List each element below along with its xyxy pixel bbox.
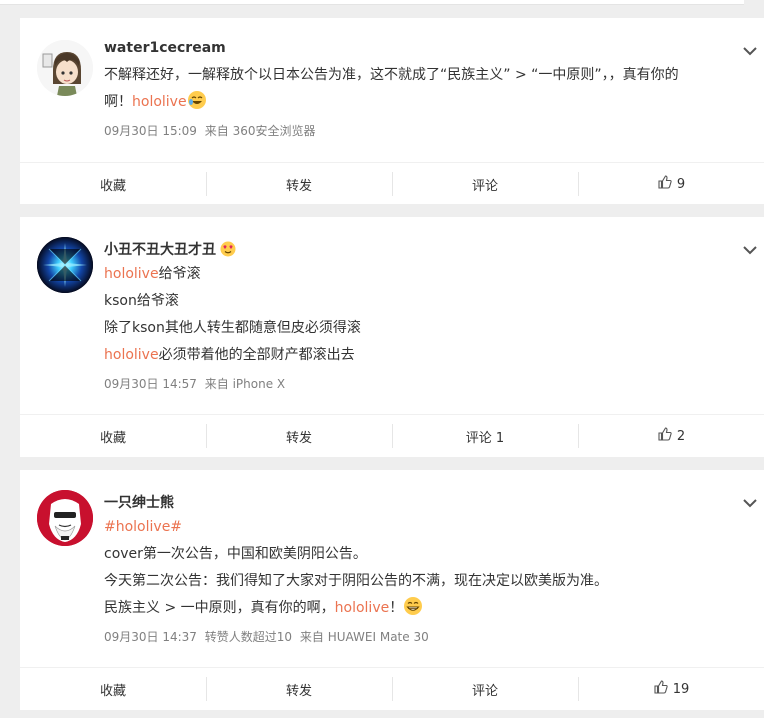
comment-button[interactable]: 评论 — [392, 163, 578, 205]
chevron-down-icon[interactable] — [742, 42, 758, 56]
text-segment: 除了kson其他人转生都随意但皮必须得滚 — [104, 320, 361, 336]
comment-label: 评论 — [471, 178, 498, 194]
text-segment: cover第一次公告，中国和欧美阴阳公告。 — [104, 546, 367, 562]
username-text[interactable]: 一只绅士熊 — [104, 492, 174, 512]
like-button[interactable]: 2 — [578, 415, 764, 457]
repost-button[interactable]: 转发 — [206, 415, 392, 457]
like-count: 9 — [676, 176, 686, 192]
thumbs-up-icon — [653, 679, 669, 699]
avatar[interactable] — [37, 237, 93, 293]
text-segment: 啊！ — [104, 94, 132, 110]
comment-label: 评论 — [471, 683, 498, 699]
favorite-button[interactable]: 收藏 — [20, 668, 206, 710]
favorite-label: 收藏 — [99, 683, 126, 699]
post-meta: 09月30日 14:37 转赞人数超过10 来自 HUAWEI Mate 30 — [104, 628, 433, 645]
timestamp[interactable]: 09月30日 14:37 — [104, 630, 197, 644]
username[interactable]: 小丑不丑大丑才丑 — [104, 239, 236, 259]
post-line: 啊！hololive — [104, 89, 736, 116]
action-bar: 收藏 转发 评论 9 — [20, 162, 764, 205]
username[interactable]: water1cecream — [104, 40, 226, 56]
timestamp[interactable]: 09月30日 14:57 — [104, 377, 197, 391]
post-line: hololive必须带着他的全部财产都滚出去 — [104, 342, 736, 369]
post-source: 来自 360安全浏览器 — [204, 124, 316, 138]
comment-button[interactable]: 评论 1 — [392, 415, 578, 457]
action-bar: 收藏 转发 评论 19 — [20, 667, 764, 710]
timestamp[interactable]: 09月30日 15:09 — [104, 124, 197, 138]
thumbs-up-icon — [657, 426, 673, 446]
post-line: 今天第二次公告：我们得知了大家对于阴阳公告的不满，现在决定以欧美版为准。 — [104, 568, 736, 595]
laugh-emoji-icon — [187, 90, 207, 110]
like-count: 2 — [676, 428, 686, 444]
post-card: 小丑不丑大丑才丑 hololive给爷滚 kson给爷滚 除了kson其他人转生… — [20, 217, 764, 457]
text-segment: kson给爷滚 — [104, 293, 179, 309]
hololive-link[interactable]: hololive — [104, 347, 159, 363]
post-card: 一只绅士熊 #hololive# cover第一次公告，中国和欧美阴阳公告。 今… — [20, 470, 764, 710]
action-bar: 收藏 转发 评论 1 2 — [20, 414, 764, 457]
post-meta: 09月30日 15:09 来自 360安全浏览器 — [104, 122, 320, 139]
chevron-down-icon[interactable] — [742, 241, 758, 255]
favorite-button[interactable]: 收藏 — [20, 415, 206, 457]
post-line: #hololive# — [104, 514, 736, 541]
repost-label: 转发 — [285, 683, 312, 699]
thumbs-up-icon — [657, 174, 673, 194]
repost-button[interactable]: 转发 — [206, 163, 392, 205]
text-segment: 给爷滚 — [158, 266, 201, 282]
repost-button[interactable]: 转发 — [206, 668, 392, 710]
comment-button[interactable]: 评论 — [392, 668, 578, 710]
post-line: 民族主义 > 一中原则，真有你的啊，hololive！ — [104, 595, 736, 622]
username-text[interactable]: 小丑不丑大丑才丑 — [104, 239, 216, 259]
repost-threshold-note: 转赞人数超过10 — [204, 630, 293, 644]
like-button[interactable]: 9 — [578, 163, 764, 205]
text-segment: 民族主义 > 一中原则，真有你的啊， — [104, 600, 335, 616]
post-text: #hololive# cover第一次公告，中国和欧美阴阳公告。 今天第二次公告… — [104, 514, 736, 622]
heart-eyes-emoji-icon — [220, 241, 236, 257]
favorite-button[interactable]: 收藏 — [20, 163, 206, 205]
repost-label: 转发 — [285, 178, 312, 194]
post-line: cover第一次公告，中国和欧美阴阳公告。 — [104, 541, 736, 568]
post-text: 不解释还好，一解释放个以日本公告为准，这不就成了“民族主义” > “一中原则”，… — [104, 62, 736, 116]
username[interactable]: 一只绅士熊 — [104, 492, 174, 512]
username-text[interactable]: water1cecream — [104, 40, 226, 56]
chevron-down-icon[interactable] — [742, 494, 758, 508]
like-count: 19 — [672, 681, 690, 697]
repost-label: 转发 — [285, 430, 312, 446]
grin-emoji-icon — [403, 596, 423, 616]
hololive-link[interactable]: hololive — [132, 94, 187, 110]
hololive-link[interactable]: hololive — [104, 266, 159, 282]
avatar[interactable] — [37, 490, 93, 546]
post-text: hololive给爷滚 kson给爷滚 除了kson其他人转生都随意但皮必须得滚… — [104, 261, 736, 369]
post-line: kson给爷滚 — [104, 288, 736, 315]
comment-label: 评论 1 — [465, 430, 505, 446]
text-segment: 今天第二次公告：我们得知了大家对于阴阳公告的不满，现在决定以欧美版为准。 — [104, 573, 608, 589]
post-source: 来自 iPhone X — [204, 377, 286, 391]
favorite-label: 收藏 — [99, 178, 126, 194]
like-button[interactable]: 19 — [578, 668, 764, 710]
hololive-link[interactable]: hololive — [335, 600, 390, 616]
favorite-label: 收藏 — [99, 430, 126, 446]
post-card: water1cecream 不解释还好，一解释放个以日本公告为准，这不就成了“民… — [20, 18, 764, 204]
text-segment: 不解释还好，一解释放个以日本公告为准，这不就成了“民族主义” > “一中原则”，… — [104, 67, 679, 83]
avatar[interactable] — [37, 40, 93, 96]
post-line: hololive给爷滚 — [104, 261, 736, 288]
post-line: 除了kson其他人转生都随意但皮必须得滚 — [104, 315, 736, 342]
post-meta: 09月30日 14:57 来自 iPhone X — [104, 375, 289, 392]
text-segment: ！ — [389, 600, 404, 616]
previous-card-bottom — [0, 0, 744, 5]
post-source: 来自 HUAWEI Mate 30 — [299, 630, 429, 644]
post-line: 不解释还好，一解释放个以日本公告为准，这不就成了“民族主义” > “一中原则”，… — [104, 62, 736, 89]
topic-link[interactable]: #hololive# — [104, 519, 182, 535]
text-segment: 必须带着他的全部财产都滚出去 — [158, 347, 355, 363]
